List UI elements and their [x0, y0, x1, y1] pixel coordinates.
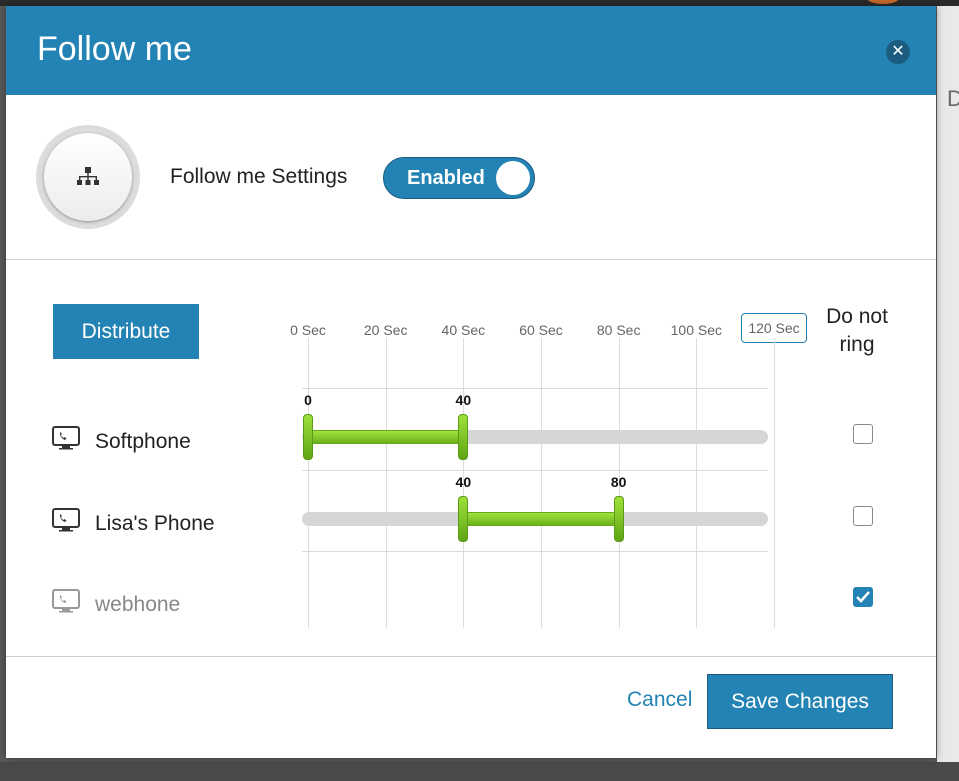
save-changes-button[interactable]: Save Changes — [707, 674, 893, 729]
modal-title: Follow me — [37, 30, 192, 68]
range-end-handle[interactable] — [613, 496, 624, 542]
grid-line — [385, 338, 387, 628]
grid-line — [302, 470, 768, 471]
avatar — [36, 125, 140, 229]
phone-screen-icon — [52, 426, 80, 455]
toggle-knob — [496, 161, 530, 195]
device-name: Lisa's Phone — [95, 512, 215, 535]
timeline-grid — [302, 338, 775, 628]
scale-label: 100 Sec — [670, 322, 723, 338]
backdrop-bottom-bar — [0, 762, 959, 781]
range-start-value: 0 — [304, 392, 312, 408]
modal-header: Follow me ✕ — [6, 6, 936, 95]
scale-label: 80 Sec — [596, 322, 641, 338]
scale-label: 20 Sec — [363, 322, 408, 338]
close-icon[interactable]: ✕ — [886, 40, 910, 64]
scale-label: 60 Sec — [519, 322, 563, 338]
grid-line — [774, 338, 775, 628]
phone-screen-icon — [52, 589, 80, 618]
do-not-ring-checkbox[interactable] — [853, 587, 873, 607]
do-not-ring-checkbox[interactable] — [853, 424, 873, 444]
device-name: Softphone — [95, 430, 191, 453]
distribute-button[interactable]: Distribute — [53, 304, 199, 359]
grid-line — [302, 388, 768, 389]
range-start-handle[interactable] — [458, 496, 469, 542]
cancel-button[interactable]: Cancel — [627, 688, 692, 712]
checkmark-icon — [856, 591, 870, 603]
follow-me-settings-label: Follow me Settings — [170, 165, 348, 188]
range-end-value: 40 — [455, 392, 472, 408]
grid-line — [308, 338, 309, 628]
settings-row: Follow me Settings Enabled — [6, 95, 936, 259]
range-fill — [463, 512, 619, 526]
scale-label: 40 Sec — [441, 322, 486, 338]
backdrop-page-edge: D — [937, 6, 959, 781]
grid-line — [541, 338, 542, 628]
range-end-value: 80 — [610, 474, 627, 490]
scale-label: 0 Sec — [290, 322, 326, 338]
range-start-handle[interactable] — [303, 414, 313, 460]
device-name: webhone — [95, 593, 181, 616]
grid-line — [696, 338, 698, 628]
range-fill — [308, 430, 464, 444]
section-divider — [6, 259, 936, 260]
range-end-handle[interactable] — [458, 414, 469, 460]
toggle-label: Enabled — [407, 167, 485, 189]
do-not-ring-header: Do not ring — [826, 305, 888, 356]
phone-screen-icon — [52, 508, 80, 537]
enabled-toggle[interactable]: Enabled — [383, 157, 535, 199]
range-start-value: 40 — [455, 474, 472, 490]
footer-divider — [6, 656, 936, 657]
do-not-ring-checkbox[interactable] — [853, 506, 873, 526]
org-chart-icon — [77, 167, 99, 185]
grid-line — [302, 551, 768, 552]
